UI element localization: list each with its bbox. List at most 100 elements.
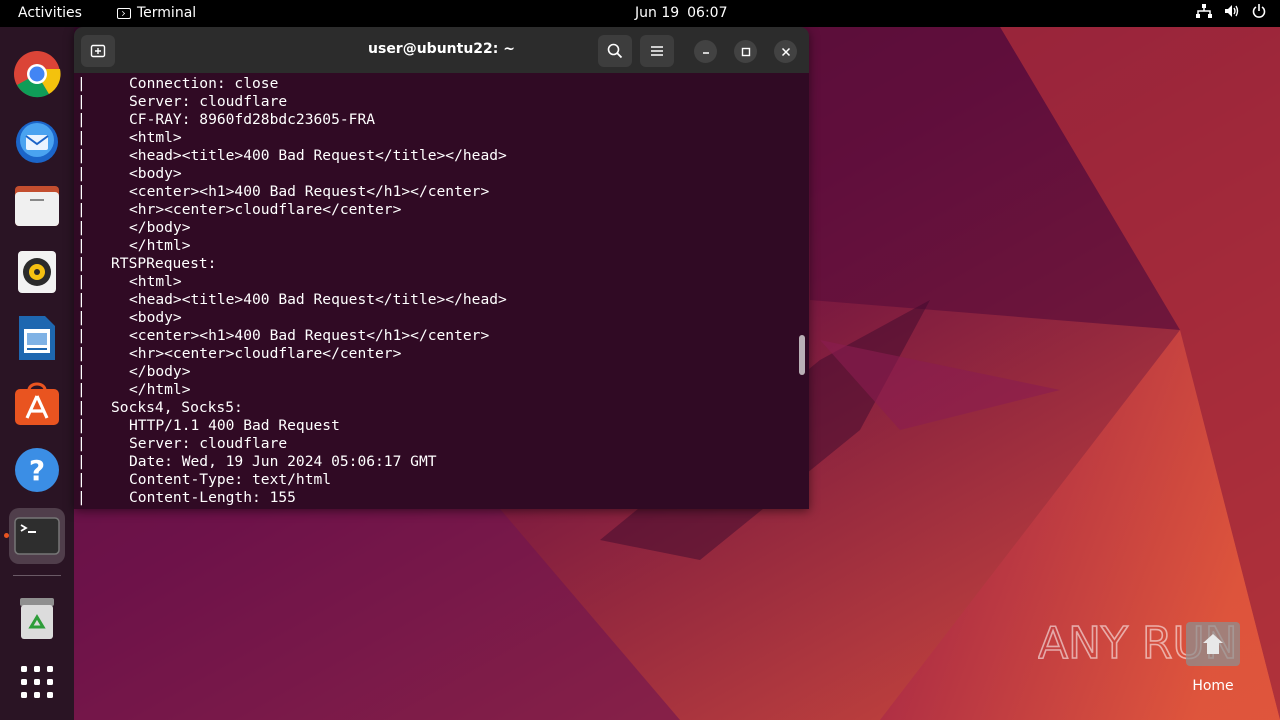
line-prefix: | bbox=[77, 453, 86, 470]
line-prefix: | bbox=[77, 345, 86, 362]
thunderbird-icon bbox=[16, 121, 58, 163]
top-bar: Activities Terminal Jun 19 06:07 bbox=[0, 0, 1280, 27]
terminal-window[interactable]: user@ubuntu22: ~ | Connection: close | S… bbox=[74, 27, 809, 509]
line-text: <html> bbox=[129, 129, 182, 146]
line-text: </html> bbox=[129, 237, 191, 254]
line-text: Content-Length: 155 bbox=[129, 489, 296, 506]
home-folder-label: Home bbox=[1192, 678, 1234, 694]
dock-item-thunderbird[interactable] bbox=[9, 112, 65, 168]
app-menu[interactable]: Terminal bbox=[117, 5, 196, 21]
writer-icon bbox=[19, 316, 55, 360]
line-prefix: | bbox=[77, 309, 86, 326]
line-prefix: | bbox=[77, 147, 86, 164]
dock-item-help[interactable]: ? bbox=[9, 442, 65, 498]
line-prefix: | bbox=[77, 129, 86, 146]
line-text: </body> bbox=[129, 363, 191, 380]
dock-item-terminal[interactable] bbox=[9, 508, 65, 564]
line-text: HTTP/1.1 400 Bad Request bbox=[129, 417, 340, 434]
system-tray[interactable] bbox=[1196, 4, 1266, 18]
files-icon bbox=[15, 186, 59, 226]
scrollbar[interactable] bbox=[799, 335, 805, 375]
line-prefix: | bbox=[77, 219, 86, 236]
network-icon bbox=[1196, 4, 1212, 18]
dock-item-chrome[interactable] bbox=[9, 46, 65, 102]
line-text: Content-Type: text/html bbox=[129, 471, 332, 488]
rhythmbox-icon bbox=[18, 251, 56, 293]
line-text: Date: Wed, 19 Jun 2024 05:06:17 GMT bbox=[129, 453, 437, 470]
line-prefix: | bbox=[77, 165, 86, 182]
volume-icon bbox=[1225, 5, 1239, 17]
line-text: <center><h1>400 Bad Request</h1></center… bbox=[129, 327, 490, 344]
minimize-button[interactable] bbox=[694, 40, 717, 63]
maximize-icon bbox=[741, 47, 750, 56]
dock-item-software[interactable] bbox=[9, 376, 65, 432]
line-prefix: | bbox=[77, 93, 86, 110]
line-prefix: | bbox=[77, 471, 86, 488]
line-prefix: | bbox=[77, 183, 86, 200]
line-prefix: | bbox=[77, 237, 86, 254]
clock[interactable]: Jun 19 06:07 bbox=[635, 5, 728, 21]
line-prefix: | bbox=[77, 273, 86, 290]
line-text: Connection: close bbox=[129, 75, 279, 92]
terminal-small-icon bbox=[117, 7, 131, 19]
terminal-output[interactable]: | Connection: close | Server: cloudflare | CF… bbox=[74, 73, 809, 509]
line-prefix: | bbox=[77, 201, 86, 218]
search-icon bbox=[607, 43, 623, 59]
line-text: <hr><center>cloudflare</center> bbox=[129, 345, 402, 362]
close-icon bbox=[781, 47, 790, 56]
line-text: <body> bbox=[129, 165, 182, 182]
home-folder-icon[interactable] bbox=[1184, 620, 1242, 668]
line-prefix: | bbox=[77, 489, 86, 506]
search-button[interactable] bbox=[598, 35, 632, 67]
terminal-icon bbox=[14, 517, 60, 555]
line-text: <head><title>400 Bad Request</title></he… bbox=[129, 291, 507, 308]
terminal-titlebar[interactable]: user@ubuntu22: ~ bbox=[74, 27, 809, 73]
line-text: </body> bbox=[129, 219, 191, 236]
line-prefix: | bbox=[77, 417, 86, 434]
dock-item-trash[interactable] bbox=[9, 590, 65, 646]
menu-button[interactable] bbox=[640, 35, 674, 67]
app-grid-icon bbox=[21, 666, 53, 698]
line-text: <body> bbox=[129, 309, 182, 326]
line-text: CF-RAY: 8960fd28bdc23605-FRA bbox=[129, 111, 376, 128]
line-text: RTSPRequest: bbox=[111, 255, 217, 272]
dock-item-files[interactable] bbox=[9, 178, 65, 234]
line-prefix: | bbox=[77, 435, 86, 452]
dock: ? bbox=[0, 27, 74, 720]
dock-item-rhythmbox[interactable] bbox=[9, 244, 65, 300]
software-icon bbox=[15, 382, 59, 425]
line-prefix: | bbox=[77, 363, 86, 380]
line-text: <center><h1>400 Bad Request</h1></center… bbox=[129, 183, 490, 200]
line-prefix: | bbox=[77, 75, 86, 92]
line-text: <html> bbox=[129, 273, 182, 290]
line-prefix: | bbox=[77, 255, 86, 272]
maximize-button[interactable] bbox=[734, 40, 757, 63]
line-prefix: | bbox=[77, 291, 86, 308]
hamburger-icon bbox=[651, 46, 663, 56]
line-text: </html> bbox=[129, 381, 191, 398]
line-prefix: | bbox=[77, 327, 86, 344]
clock-date: Jun 19 bbox=[635, 5, 680, 21]
line-text: Server: cloudflare bbox=[129, 435, 288, 452]
dock-separator bbox=[13, 575, 61, 576]
dock-item-writer[interactable] bbox=[9, 310, 65, 366]
line-prefix: | bbox=[77, 381, 86, 398]
chrome-icon bbox=[14, 51, 61, 98]
help-icon: ? bbox=[15, 448, 59, 492]
power-icon bbox=[1252, 4, 1266, 18]
svg-text:?: ? bbox=[29, 454, 45, 487]
line-prefix: | bbox=[77, 111, 86, 128]
line-prefix: | bbox=[77, 399, 86, 416]
clock-time: 06:07 bbox=[687, 5, 728, 21]
line-text: <hr><center>cloudflare</center> bbox=[129, 201, 402, 218]
trash-icon bbox=[20, 598, 54, 639]
line-text: Socks4, Socks5: bbox=[111, 399, 243, 416]
line-text: <head><title>400 Bad Request</title></he… bbox=[129, 147, 507, 164]
minimize-icon bbox=[702, 51, 709, 54]
close-button[interactable] bbox=[774, 40, 797, 63]
show-applications-button[interactable] bbox=[9, 654, 65, 710]
home-icon bbox=[1186, 622, 1240, 666]
running-indicator bbox=[4, 533, 9, 538]
line-text: Server: cloudflare bbox=[129, 93, 288, 110]
activities-button[interactable]: Activities bbox=[18, 5, 82, 21]
